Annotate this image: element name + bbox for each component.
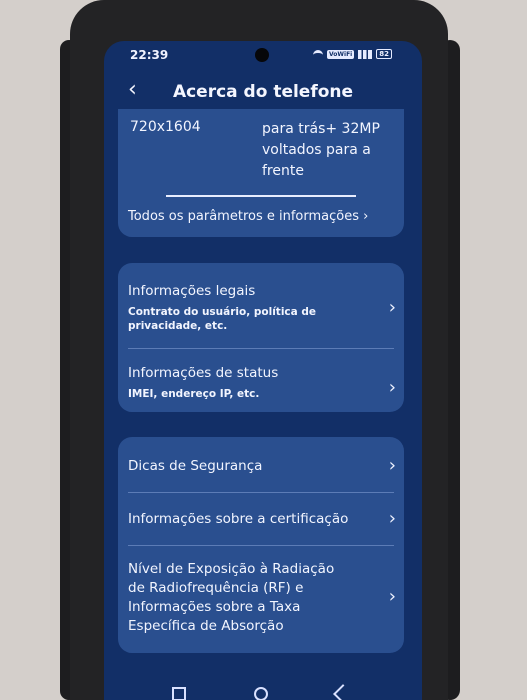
safety-tips-item[interactable]: Dicas de Segurança › — [118, 437, 404, 491]
chevron-right-icon: › — [388, 508, 396, 529]
battery-icon: 82 — [376, 49, 392, 59]
legal-status-card: Informações legais Contrato do usuário, … — [118, 263, 404, 412]
status-info-title: Informações de status — [128, 365, 279, 381]
navigation-bar — [104, 684, 422, 700]
legal-info-subtitle: Contrato do usuário, política de privaci… — [128, 306, 317, 332]
back-nav-icon[interactable] — [333, 684, 353, 700]
resolution-value: 720x1604 — [130, 119, 201, 135]
specs-card: 720x1604 para trás+ 32MP voltados para a… — [118, 109, 404, 237]
page-title: Acerca do telefone — [172, 82, 354, 102]
wifi-icon — [312, 50, 323, 58]
camera-line: frente — [262, 163, 304, 179]
status-time: 22:39 — [130, 48, 169, 62]
sar-line: Nível de Exposição à Radiação — [128, 561, 335, 577]
chevron-right-icon: › — [388, 297, 396, 318]
camera-line: para trás+ 32MP — [262, 121, 380, 137]
signal-icon — [358, 49, 373, 59]
chevron-right-icon: › — [388, 377, 396, 398]
camera-line: voltados para a — [262, 142, 371, 158]
sar-info-title: Nível de Exposição à Radiação de Radiofr… — [128, 560, 334, 636]
legal-info-item[interactable]: Informações legais Contrato do usuário, … — [118, 263, 404, 347]
all-parameters-link[interactable]: Todos os parâmetros e informações › — [128, 209, 368, 224]
sar-line: Específica de Absorção — [128, 618, 284, 634]
safety-tips-title: Dicas de Segurança — [128, 458, 263, 474]
front-camera — [255, 48, 269, 62]
chevron-right-icon: › — [388, 586, 396, 607]
chevron-right-icon: › — [388, 455, 396, 476]
sar-info-item[interactable]: Nível de Exposição à Radiação de Radiofr… — [118, 546, 404, 652]
sar-line: de Radiofrequência (RF) e — [128, 580, 304, 596]
vowifi-icon: VoWiFi — [326, 49, 355, 59]
page-header: ‹ Acerca do telefone — [104, 77, 422, 107]
certification-item[interactable]: Informações sobre a certificação › — [118, 493, 404, 545]
status-info-item[interactable]: Informações de status IMEI, endereço IP,… — [118, 349, 404, 411]
sar-line: Informações sobre a Taxa — [128, 599, 301, 615]
home-icon[interactable] — [254, 687, 268, 700]
divider — [166, 195, 356, 197]
certification-title: Informações sobre a certificação — [128, 511, 349, 527]
legal-info-title: Informações legais — [128, 283, 256, 299]
recents-icon[interactable] — [172, 687, 186, 700]
camera-value: para trás+ 32MP voltados para a frente — [262, 119, 392, 182]
status-bar: 22:39 VoWiFi 82 — [104, 41, 422, 67]
status-info-subtitle: IMEI, endereço IP, etc. — [128, 388, 260, 400]
status-icons: VoWiFi 82 — [312, 49, 392, 59]
safety-card: Dicas de Segurança › Informações sobre a… — [118, 437, 404, 653]
phone-screen: 22:39 VoWiFi 82 ‹ Acerca do telefone 720… — [104, 41, 422, 700]
